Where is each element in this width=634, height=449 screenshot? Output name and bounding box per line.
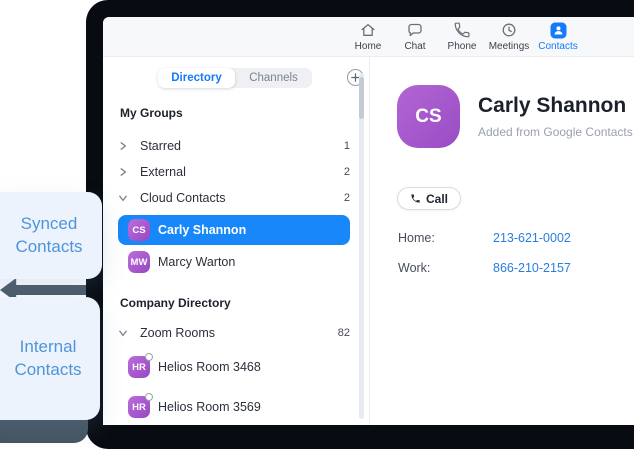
contact-row-carly-shannon-selected[interactable]: CS Carly Shannon — [118, 215, 350, 245]
zoom-app-window: Home Chat Phone Meetings — [103, 17, 634, 425]
nav-contacts-label: Contacts — [538, 41, 577, 52]
room-name: Helios Room 3569 — [158, 400, 261, 414]
nav-meetings[interactable]: Meetings — [482, 21, 536, 52]
room-row-helios-3468[interactable]: HR Helios Room 3468 — [117, 354, 354, 380]
phone-work-number[interactable]: 866-210-2157 — [493, 261, 571, 275]
chevron-down-icon — [117, 193, 129, 203]
group-row-cloud-contacts[interactable]: Cloud Contacts 2 — [117, 185, 354, 211]
top-navbar: Home Chat Phone Meetings — [103, 17, 634, 57]
callout-line: Contacts — [15, 236, 82, 258]
group-count: 2 — [344, 166, 350, 178]
offline-status-icon — [145, 393, 153, 401]
callout-line: Internal — [20, 336, 77, 358]
call-button-label: Call — [426, 192, 448, 206]
contacts-sidebar: Directory Channels My Groups Starred 1 E… — [103, 57, 370, 425]
phone-work-label: Work: — [398, 261, 430, 275]
nav-phone-label: Phone — [448, 41, 477, 52]
phone-home-number[interactable]: 213-621-0002 — [493, 231, 571, 245]
group-count: 2 — [344, 192, 350, 204]
contact-name: Carly Shannon — [158, 223, 246, 237]
group-label: Cloud Contacts — [140, 191, 225, 205]
nav-home[interactable]: Home — [341, 21, 395, 52]
phone-icon — [453, 21, 471, 39]
group-count: 1 — [344, 140, 350, 152]
avatar: MW — [128, 251, 150, 273]
tab-channels[interactable]: Channels — [235, 68, 312, 88]
callout-synced-contacts: Synced Contacts — [0, 192, 102, 279]
scrollbar-thumb[interactable] — [359, 77, 364, 119]
nav-meetings-label: Meetings — [489, 41, 530, 52]
callout-line: Synced — [21, 213, 78, 235]
sidebar-scrollbar[interactable] — [359, 73, 364, 419]
contact-name: Marcy Warton — [158, 255, 235, 269]
contact-row-marcy-warton[interactable]: MW Marcy Warton — [117, 249, 354, 275]
contacts-icon — [550, 21, 567, 39]
group-row-starred[interactable]: Starred 1 — [117, 133, 354, 159]
call-button[interactable]: Call — [397, 187, 461, 210]
home-icon — [359, 21, 377, 39]
chevron-right-icon — [117, 141, 129, 151]
contact-detail-name: Carly Shannon — [478, 94, 626, 118]
group-row-external[interactable]: External 2 — [117, 159, 354, 185]
marketing-composition: Home Chat Phone Meetings — [0, 0, 634, 449]
section-company-directory: Company Directory — [120, 296, 231, 310]
call-phone-icon — [410, 193, 421, 204]
avatar: CS — [128, 219, 150, 241]
group-label: External — [140, 165, 186, 179]
meetings-icon — [500, 21, 518, 39]
group-row-zoom-rooms[interactable]: Zoom Rooms 82 — [117, 320, 354, 346]
nav-contacts[interactable]: Contacts — [531, 21, 585, 52]
group-label: Starred — [140, 139, 181, 153]
phone-home-label: Home: — [398, 231, 435, 245]
tab-directory[interactable]: Directory — [158, 68, 235, 88]
avatar: HR — [128, 396, 150, 418]
nav-chat-label: Chat — [404, 41, 425, 52]
chevron-right-icon — [117, 167, 129, 177]
nav-chat[interactable]: Chat — [388, 21, 442, 52]
contact-detail-panel: CS Carly Shannon Added from Google Conta… — [371, 57, 634, 425]
callout-line: Contacts — [14, 359, 81, 381]
section-my-groups: My Groups — [120, 106, 183, 120]
room-row-helios-3569[interactable]: HR Helios Room 3569 — [117, 394, 354, 420]
offline-status-icon — [145, 353, 153, 361]
contact-avatar-large: CS — [397, 85, 460, 148]
directory-channels-switch: Directory Channels — [158, 68, 312, 88]
chat-icon — [406, 21, 424, 39]
nav-phone[interactable]: Phone — [435, 21, 489, 52]
callout-internal-contacts: Internal Contacts — [0, 297, 100, 420]
group-label: Zoom Rooms — [140, 326, 215, 340]
group-count: 82 — [338, 327, 350, 339]
avatar: HR — [128, 356, 150, 378]
nav-home-label: Home — [355, 41, 382, 52]
chevron-down-icon — [117, 328, 129, 338]
contact-source-note: Added from Google Contacts — [478, 125, 633, 139]
room-name: Helios Room 3468 — [158, 360, 261, 374]
